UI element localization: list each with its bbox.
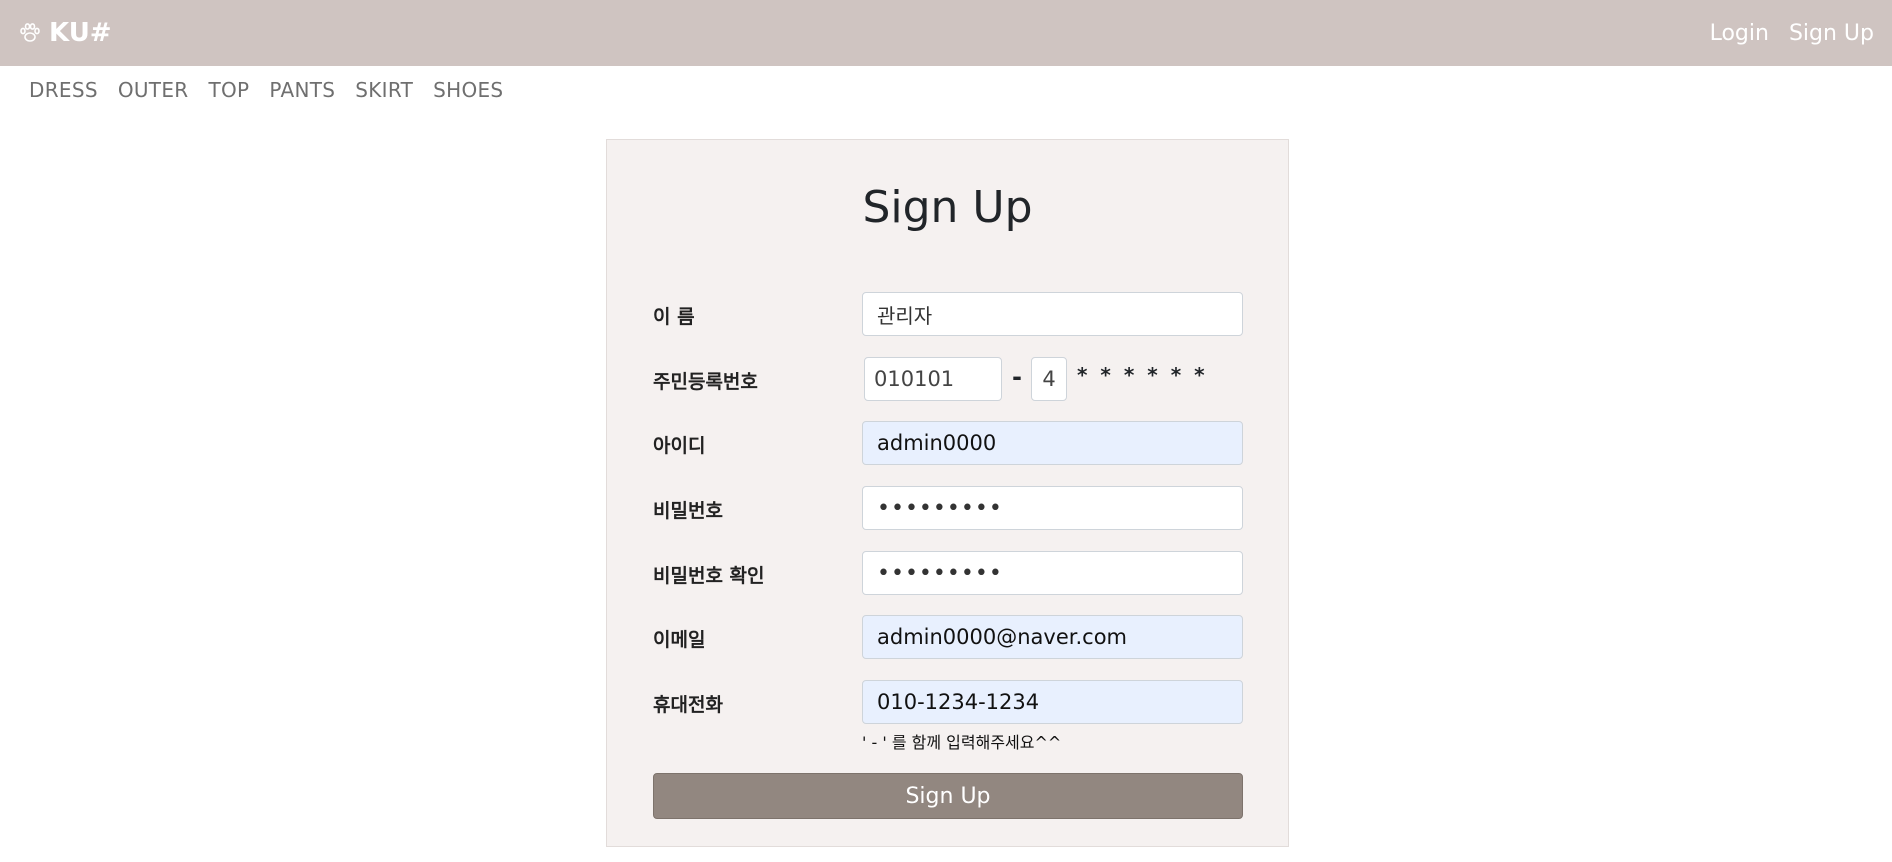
password-input[interactable]: [862, 486, 1243, 530]
password-label: 비밀번호: [653, 500, 723, 522]
phone-row: 휴대전화: [653, 680, 1243, 726]
category-skirt[interactable]: SKIRT: [355, 78, 413, 102]
paw-icon: [20, 23, 40, 42]
ssn-label: 주민등록번호: [653, 371, 758, 393]
userid-label: 아이디: [653, 435, 706, 457]
email-row: 이메일: [653, 615, 1243, 661]
password-confirm-input[interactable]: [862, 551, 1243, 595]
ssn-front-input[interactable]: [864, 357, 1002, 401]
signup-submit-button[interactable]: Sign Up: [653, 773, 1243, 819]
name-row: 이 름: [653, 292, 1243, 338]
category-pants[interactable]: PANTS: [269, 78, 335, 102]
brand-name: KU#: [49, 18, 112, 48]
ssn-dash: -: [1012, 363, 1022, 391]
ssn-mask: * * * * * *: [1077, 363, 1208, 387]
category-shoes[interactable]: SHOES: [433, 78, 503, 102]
userid-input[interactable]: [862, 421, 1243, 465]
name-input[interactable]: [862, 292, 1243, 336]
login-link[interactable]: Login: [1710, 21, 1769, 46]
ssn-row: 주민등록번호 - * * * * * *: [653, 357, 1243, 403]
category-nav: DRESS OUTER TOP PANTS SKIRT SHOES: [0, 66, 1892, 113]
brand-logo[interactable]: KU#: [18, 18, 112, 48]
password-confirm-row: 비밀번호 확인: [653, 551, 1243, 597]
email-label: 이메일: [653, 629, 706, 651]
password-confirm-label: 비밀번호 확인: [653, 565, 765, 587]
userid-row: 아이디: [653, 421, 1243, 467]
phone-hint: ' - ' 를 함께 입력해주세요^^: [862, 733, 1062, 752]
top-navbar: KU# Login Sign Up: [0, 0, 1892, 66]
auth-links: Login Sign Up: [1710, 21, 1874, 46]
category-dress[interactable]: DRESS: [29, 78, 98, 102]
form-title: Sign Up: [862, 182, 1033, 233]
ssn-back-first-input[interactable]: [1031, 357, 1067, 401]
phone-label: 휴대전화: [653, 694, 723, 716]
category-outer[interactable]: OUTER: [118, 78, 189, 102]
signup-form-card: Sign Up 이 름 주민등록번호 - * * * * * * 아이디 비밀번…: [606, 139, 1289, 847]
name-label: 이 름: [653, 306, 695, 328]
password-row: 비밀번호: [653, 486, 1243, 532]
category-top[interactable]: TOP: [208, 78, 249, 102]
signup-link[interactable]: Sign Up: [1789, 21, 1874, 46]
email-input[interactable]: [862, 615, 1243, 659]
phone-input[interactable]: [862, 680, 1243, 724]
